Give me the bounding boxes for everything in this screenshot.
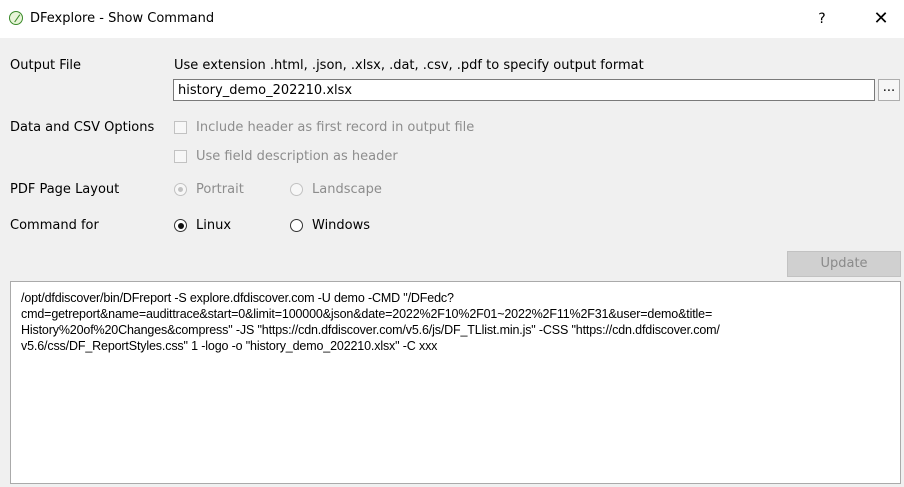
landscape-radio[interactable] (290, 183, 303, 196)
linux-option[interactable]: Linux (174, 218, 231, 233)
help-button[interactable]: ? (809, 8, 835, 30)
close-button[interactable]: ✕ (866, 6, 896, 32)
landscape-option[interactable]: Landscape (290, 182, 382, 197)
landscape-label: Landscape (312, 182, 382, 197)
include-header-option[interactable]: Include header as first record in output… (174, 120, 474, 135)
output-file-input[interactable] (173, 79, 875, 101)
windows-option[interactable]: Windows (290, 218, 370, 233)
include-header-checkbox[interactable] (174, 121, 187, 134)
command-text-area[interactable]: /opt/dfdiscover/bin/DFreport -S explore.… (10, 281, 901, 484)
window-title: DFexplore - Show Command (30, 11, 215, 26)
field-description-checkbox[interactable] (174, 150, 187, 163)
field-description-label: Use field description as header (196, 149, 398, 164)
output-file-label: Output File (10, 58, 82, 73)
output-format-hint: Use extension .html, .json, .xlsx, .dat,… (174, 58, 644, 73)
linux-label: Linux (196, 218, 232, 233)
command-for-label: Command for (10, 218, 99, 233)
title-bar: DFexplore - Show Command ? ✕ (0, 0, 904, 38)
portrait-radio[interactable] (174, 183, 187, 196)
app-logo-icon (9, 11, 23, 25)
linux-radio[interactable] (174, 219, 187, 232)
field-description-option[interactable]: Use field description as header (174, 149, 398, 164)
browse-button[interactable]: ... (878, 79, 900, 101)
portrait-label: Portrait (196, 182, 244, 197)
include-header-label: Include header as first record in output… (196, 120, 475, 135)
portrait-option[interactable]: Portrait (174, 182, 244, 197)
windows-radio[interactable] (290, 219, 303, 232)
update-button[interactable]: Update (787, 251, 901, 277)
windows-label: Windows (312, 218, 371, 233)
data-csv-options-label: Data and CSV Options (10, 120, 155, 135)
pdf-page-layout-label: PDF Page Layout (10, 182, 120, 197)
